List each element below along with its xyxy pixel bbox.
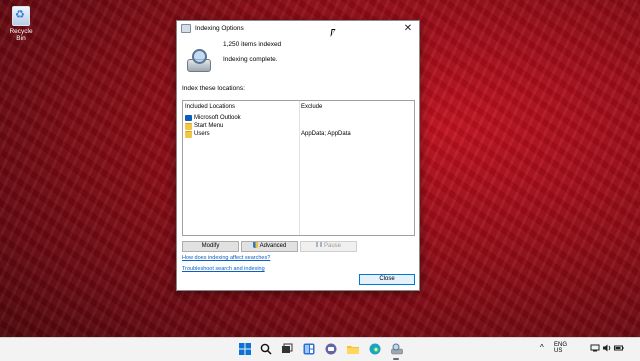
table-row[interactable]: Start Menu [185,122,412,130]
locations-label: Index these locations: [182,85,245,92]
table-row[interactable]: Microsoft Outlook [185,114,412,122]
task-view-icon[interactable] [280,343,293,356]
pause-button[interactable]: Pause [300,241,357,252]
recycle-bin-label: Recycle Bin [9,28,33,42]
indexing-options-dialog: Indexing Options ✕ 1,250 items indexed I… [176,20,420,291]
outlook-icon [185,115,192,121]
location-name: Start Menu [194,123,224,129]
indexing-options-icon [181,24,191,33]
close-button[interactable]: Close [359,274,415,285]
troubleshoot-link[interactable]: Troubleshoot search and indexing [182,266,265,272]
table-row[interactable]: Users AppData; AppData [185,130,412,138]
volume-icon[interactable] [602,343,612,356]
taskbar: ^ ENG US [0,337,640,361]
dialog-title: Indexing Options [195,25,244,32]
items-indexed-count: 1,250 items indexed [223,41,282,48]
exclude-value: AppData; AppData [301,131,351,137]
how-indexing-link[interactable]: How does indexing affect searches? [182,255,270,261]
indexing-status: Indexing complete. [223,56,278,63]
location-name: Users [194,131,210,137]
location-name: Microsoft Outlook [194,115,241,121]
network-icon[interactable] [590,343,600,356]
file-explorer-icon[interactable] [346,343,359,356]
advanced-label: Advanced [259,243,287,249]
uac-shield-icon [252,242,258,248]
region-code: US [554,348,563,354]
language-indicator[interactable]: ENG US [554,342,567,354]
advanced-button[interactable]: Advanced [241,241,298,252]
column-header-exclude[interactable]: Exclude [301,104,322,110]
pause-icon [315,242,322,247]
windows-start-icon[interactable] [238,343,251,356]
modify-button[interactable]: Modify [182,241,239,252]
battery-icon[interactable] [614,343,624,356]
widgets-icon[interactable] [302,343,315,356]
edge-icon[interactable] [368,343,381,356]
search-icon[interactable] [259,343,272,356]
indexing-status-icon [187,49,211,72]
indexing-options-icon[interactable] [390,343,403,356]
folder-icon [185,122,192,130]
recycle-bin-shortcut[interactable]: Recycle Bin [4,6,38,42]
chevron-up-icon[interactable]: ^ [540,343,544,352]
recycle-bin-icon [12,6,30,26]
locations-table[interactable]: Included Locations Exclude Microsoft Out… [182,100,415,236]
close-icon[interactable]: ✕ [401,22,415,35]
pause-label: Pause [323,243,341,249]
folder-icon [185,130,192,138]
column-header-included[interactable]: Included Locations [185,104,235,110]
dialog-titlebar[interactable]: Indexing Options ✕ [177,21,419,36]
chat-icon[interactable] [324,343,337,356]
